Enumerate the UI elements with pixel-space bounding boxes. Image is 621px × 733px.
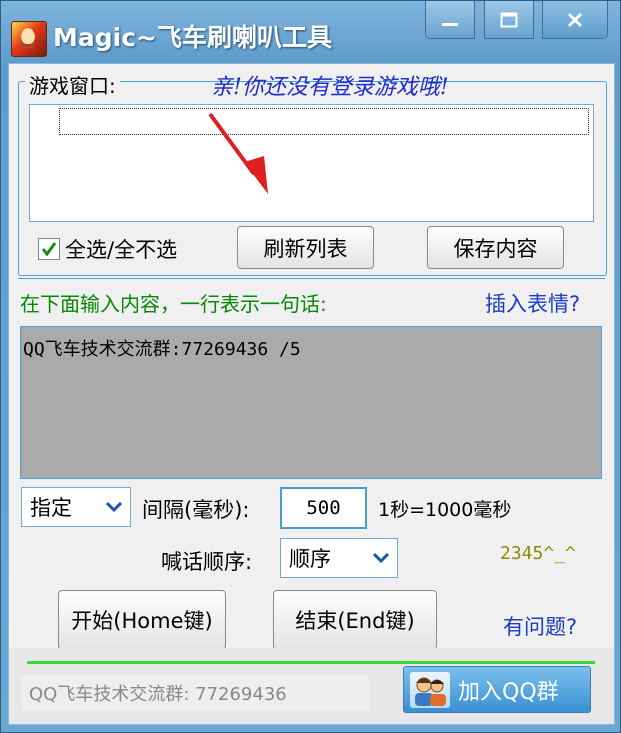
order-select-value: 顺序 [289,547,331,571]
progress-line [27,661,595,664]
game-window-list[interactable] [29,104,594,222]
title-bar[interactable]: Magic~飞车刷喇叭工具 [1,1,620,63]
footer-section: QQ飞车技术交流群: 77269436 加入QQ群 [9,648,614,724]
minimize-icon [442,22,458,26]
footer-group-text: QQ飞车技术交流群: 77269436 [21,675,369,711]
chevron-down-icon [373,553,389,563]
mode-select[interactable]: 指定 [21,487,131,527]
maximize-icon [500,12,518,27]
mode-select-value: 指定 [30,496,72,520]
minimize-button[interactable] [425,1,475,39]
save-content-button[interactable]: 保存内容 [427,226,564,269]
game-window-label: 游戏窗口: [25,70,120,99]
select-all-checkbox[interactable]: 全选/全不选 [38,234,177,264]
red-arrow-icon [208,112,268,194]
order-select[interactable]: 顺序 [280,538,398,578]
qq-group-icon [410,671,450,708]
section-divider [18,278,605,279]
game-window-section: 游戏窗口: 亲!你还没有登录游戏哦! 全选/全不选 刷新列表 保存内容 [9,64,614,278]
message-section: 在下面输入内容，一行表示一句话: 插入表情? QQ飞车技术交流群:7726943… [9,278,614,650]
list-focus-row[interactable] [59,108,589,135]
message-textarea[interactable]: QQ飞车技术交流群:77269436 /5 [20,326,602,479]
join-qq-group-button[interactable]: 加入QQ群 [403,666,591,713]
login-hint: 亲!你还没有登录游戏哦! [211,75,449,100]
end-button[interactable]: 结束(End键) [273,590,437,650]
maximize-button[interactable] [484,1,534,39]
face-text: 2345^_^ [500,543,576,564]
input-instruction: 在下面输入内容，一行表示一句话: [20,292,327,316]
refresh-list-button[interactable]: 刷新列表 [237,226,374,269]
insert-emoji-link[interactable]: 插入表情? [485,288,580,318]
app-logo-icon [11,21,47,57]
close-button[interactable] [542,1,608,39]
interval-note: 1秒=1000毫秒 [378,499,512,521]
interval-label: 间隔(毫秒): [142,498,250,522]
select-all-label: 全选/全不选 [65,238,178,262]
checkbox-box[interactable] [38,238,60,260]
checkmark-icon [41,242,57,257]
order-label: 喊话顺序: [161,550,253,574]
client-area: 游戏窗口: 亲!你还没有登录游戏哦! 全选/全不选 刷新列表 保存内容 在下面输… [8,63,615,725]
app-window: Magic~飞车刷喇叭工具 游戏窗口: 亲!你还没有登录游戏哦! 全选/全不选 … [0,0,621,733]
window-title: Magic~飞车刷喇叭工具 [53,23,332,52]
start-button[interactable]: 开始(Home键) [58,590,226,650]
chevron-down-icon [106,502,122,512]
help-link[interactable]: 有问题? [503,611,577,641]
interval-input[interactable]: 500 [280,487,367,529]
join-qq-label: 加入QQ群 [458,679,559,705]
close-icon [567,12,583,27]
